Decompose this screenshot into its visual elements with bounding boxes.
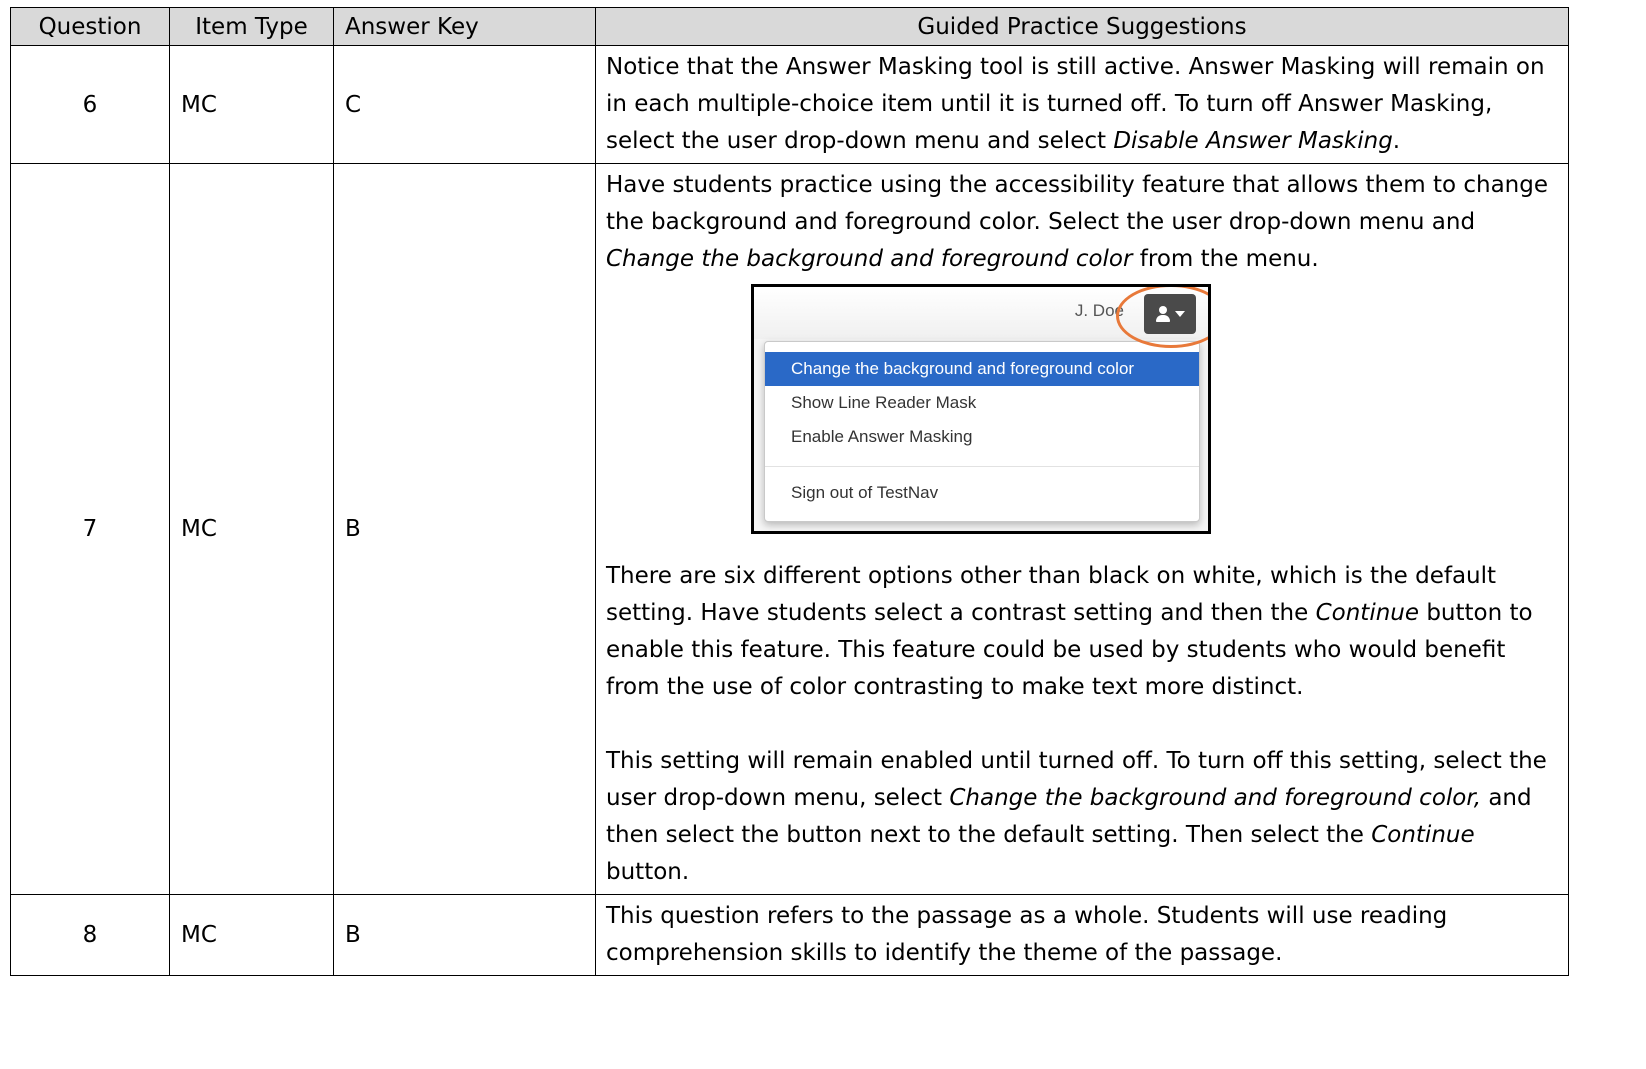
menu-divider xyxy=(765,466,1199,467)
item-type: MC xyxy=(169,163,334,895)
answer-key: B xyxy=(333,163,596,895)
emphasis-text: Change the background and foreground col… xyxy=(606,246,1133,272)
guided-practice-cell: Notice that the Answer Masking tool is s… xyxy=(595,45,1569,164)
text: button. xyxy=(606,859,690,885)
question-number: 7 xyxy=(10,163,170,895)
header-question: Question xyxy=(10,7,170,46)
screenshot-figure: J. Doe Change the background and foregro… xyxy=(606,278,1562,558)
answer-key: B xyxy=(333,894,596,976)
suggestion-paragraph: This question refers to the passage as a… xyxy=(606,903,1448,966)
question-number: 8 xyxy=(10,894,170,976)
table-row: 6 MC C Notice that the Answer Masking to… xyxy=(10,45,1569,164)
text: Notice that the Answer Masking tool is s… xyxy=(606,54,1545,154)
user-menu-screenshot: J. Doe Change the background and foregro… xyxy=(751,284,1211,534)
suggestion-paragraph: Have students practice using the accessi… xyxy=(606,167,1562,278)
table-row: 8 MC B This question refers to the passa… xyxy=(10,894,1569,976)
menu-item-line-reader[interactable]: Show Line Reader Mask xyxy=(765,386,1199,420)
text: Have students practice using the accessi… xyxy=(606,172,1549,235)
guided-practice-cell: This question refers to the passage as a… xyxy=(595,894,1569,976)
question-number: 6 xyxy=(10,45,170,164)
emphasis-text: Continue xyxy=(1371,822,1475,848)
user-dropdown-menu: Change the background and foreground col… xyxy=(764,341,1200,522)
menu-item-sign-out[interactable]: Sign out of TestNav xyxy=(765,476,1199,510)
suggestion-paragraph: There are six different options other th… xyxy=(606,558,1562,706)
guided-practice-table: Question Item Type Answer Key Guided Pra… xyxy=(10,7,1569,976)
text: . xyxy=(1392,128,1401,154)
answer-key: C xyxy=(333,45,596,164)
emphasis-text: Continue xyxy=(1315,600,1420,626)
header-answer-key: Answer Key xyxy=(333,7,596,46)
text: from the menu. xyxy=(1132,246,1319,272)
item-type: MC xyxy=(169,45,334,164)
header-item-type: Item Type xyxy=(169,7,334,46)
emphasis-text: Change the background and foreground col… xyxy=(949,785,1482,811)
menu-item-answer-masking[interactable]: Enable Answer Masking xyxy=(765,420,1199,454)
emphasis-text: Disable Answer Masking xyxy=(1113,128,1393,154)
item-type: MC xyxy=(169,894,334,976)
suggestion-paragraph: Notice that the Answer Masking tool is s… xyxy=(606,49,1562,160)
suggestion-paragraph: This setting will remain enabled until t… xyxy=(606,743,1562,891)
table-row: 7 MC B Have students practice using the … xyxy=(10,163,1569,895)
header-row: Question Item Type Answer Key Guided Pra… xyxy=(10,7,1569,46)
header-guided-practice: Guided Practice Suggestions xyxy=(595,7,1569,46)
menu-item-change-colors[interactable]: Change the background and foreground col… xyxy=(765,352,1199,386)
guided-practice-cell: Have students practice using the accessi… xyxy=(595,163,1569,895)
